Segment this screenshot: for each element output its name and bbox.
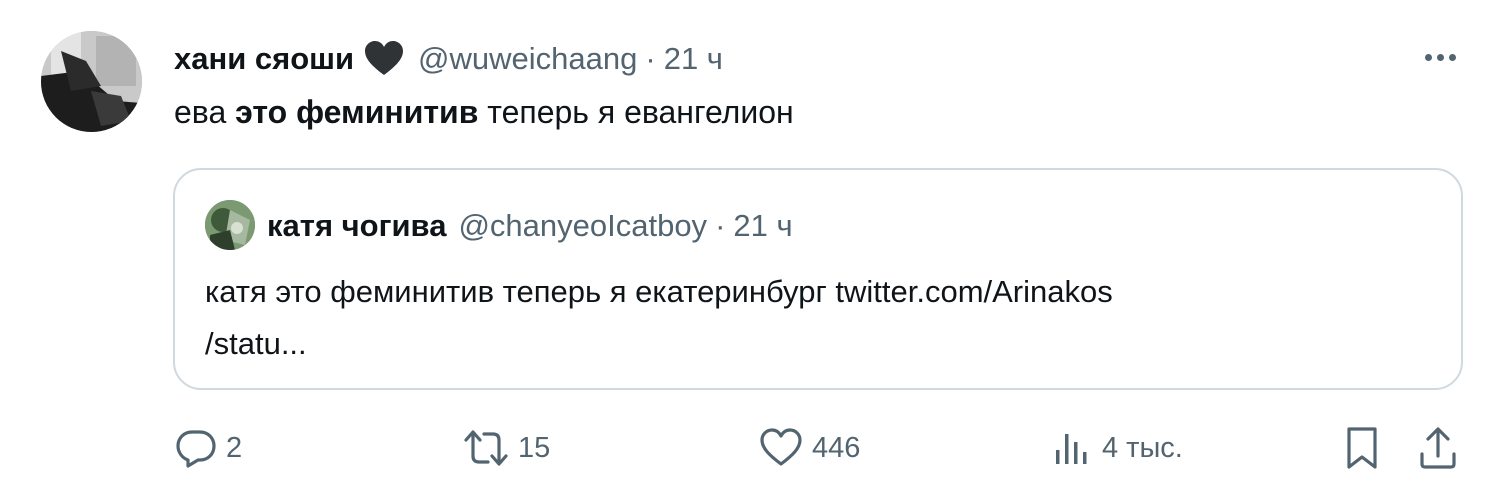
like-count: 446	[812, 431, 861, 464]
tweet[interactable]: хани сяоши @wuweichaang · 21 ч ева это ф…	[0, 0, 1500, 498]
tweet-text-after: теперь я евангелион	[478, 94, 794, 130]
bookmark-icon	[1342, 424, 1382, 472]
reply-count: 2	[226, 431, 243, 464]
quote-separator-dot: ·	[715, 208, 726, 243]
black-heart-icon	[364, 41, 404, 77]
tweet-header: хани сяоши @wuweichaang · 21 ч	[174, 36, 723, 82]
more-icon	[1424, 53, 1432, 61]
timestamp[interactable]: 21 ч	[664, 41, 723, 77]
like-icon	[758, 426, 804, 470]
views-count: 4 тыс.	[1102, 431, 1183, 464]
reply-button[interactable]: 2	[174, 420, 242, 476]
quote-text-line-1: катя это феминитив теперь я екатеринбург…	[205, 274, 1113, 309]
tweet-text-bold: это феминитив	[235, 94, 479, 130]
quote-timestamp[interactable]: 21 ч	[733, 208, 792, 244]
quote-display-name[interactable]: катя чогива	[267, 208, 446, 244]
repost-button[interactable]: 15	[462, 420, 550, 476]
user-handle[interactable]: @wuweichaang	[418, 41, 637, 77]
quote-user-handle[interactable]: @chanyeoIcatboy	[458, 208, 707, 244]
quote-text: катя это феминитив теперь я екатеринбург…	[205, 266, 1405, 370]
reply-icon	[174, 426, 218, 470]
repost-icon	[462, 426, 510, 470]
display-name[interactable]: хани сяоши	[174, 41, 354, 77]
views-icon	[1050, 426, 1094, 470]
tweet-text-before: ева	[174, 94, 236, 130]
like-button[interactable]: 446	[758, 420, 860, 476]
action-bar: 2 15 446 4 тыс.	[0, 420, 1500, 476]
quote-text-line-2: /statu...	[205, 326, 307, 361]
avatar[interactable]	[41, 31, 142, 132]
repost-count: 15	[518, 431, 551, 464]
tweet-text: ева это феминитив теперь я евангелион	[174, 90, 794, 134]
share-button[interactable]	[1416, 420, 1460, 476]
views-button[interactable]: 4 тыс.	[1050, 420, 1183, 476]
separator-dot: ·	[645, 41, 656, 76]
bookmark-button[interactable]	[1342, 420, 1382, 476]
quote-header: катя чогива @chanyeoIcatboy · 21 ч	[267, 204, 793, 248]
quote-avatar[interactable]	[205, 200, 255, 250]
quoted-tweet[interactable]: катя чогива @chanyeoIcatboy · 21 ч катя …	[173, 168, 1463, 390]
share-icon	[1416, 424, 1460, 472]
more-button[interactable]	[1418, 42, 1462, 72]
